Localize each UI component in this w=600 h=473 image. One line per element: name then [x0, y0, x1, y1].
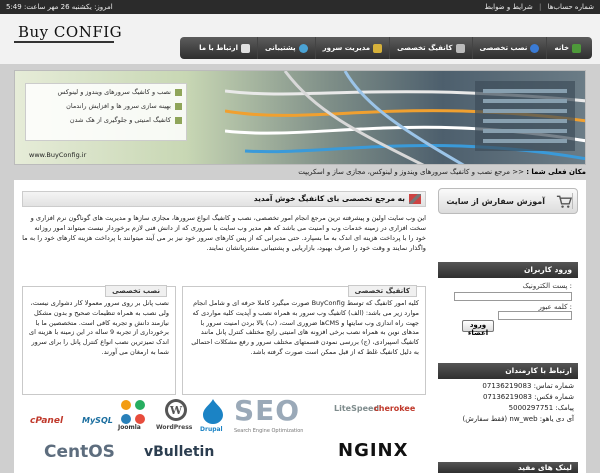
contact-fax: شماره فکس: 07136219083 [482, 393, 574, 401]
nav-home[interactable]: خانه [546, 37, 588, 59]
bullet-icon [175, 116, 182, 124]
litespeed-logo: LiteSpeed [334, 404, 380, 413]
tools-icon [455, 43, 465, 53]
cherokee-logo: cherokee [374, 404, 416, 413]
vbulletin-logo: vBulletin [144, 444, 215, 460]
banner-features: نصب و کانفیگ سرورهای ویندوز و لینوکس بهی… [25, 83, 187, 141]
config-card-title: کانفیگ تخصصی [347, 285, 417, 297]
banner-item-text: کانفیگ امنیتی و جلوگیری از هک شدن [69, 116, 171, 124]
network-cables-image [225, 71, 585, 164]
joomla-icon [121, 400, 145, 424]
banner-item: نصب و کانفیگ سرورهای ویندوز و لینوکس [30, 88, 182, 96]
banner-url: www.BuyConfig.ir [29, 151, 87, 159]
nav-install[interactable]: نصب تخصصی [471, 37, 547, 59]
breadcrumb-path[interactable]: << مرجع نصب و کانفیگ سرورهای ویندوز و لی… [298, 168, 524, 176]
order-tutorial-label: آموزش سفارش از سایت [446, 197, 545, 206]
config-card-text: کلیه امور کانفیگ که توسط BuyConfig صورت … [191, 299, 419, 356]
main-nav: خانه نصب تخصصی کانفیگ تخصصی مدیریت سرور … [180, 37, 592, 59]
welcome-title: به مرجع تخصصی بای کانفیگ خوش آمدید [253, 194, 405, 203]
nav-label: خانه [554, 44, 569, 52]
contact-list: شماره تماس: 07136219083 شماره فکس: 07136… [438, 382, 578, 426]
server-icon [373, 43, 383, 53]
banner: نصب و کانفیگ سرورهای ویندوز و لینوکس بهی… [14, 70, 586, 165]
password-field[interactable] [498, 311, 572, 320]
top-link-accounts[interactable]: شماره حساب‌ها [548, 3, 594, 11]
logo-text: Buy CONFIG [18, 23, 123, 41]
contact-sms: پیامک: 5000297751 [508, 404, 574, 412]
svg-text:W: W [169, 404, 183, 417]
drupal-logo: Drupal [200, 426, 223, 433]
nav-label: پشتیبانی [264, 44, 296, 52]
banner-item: کانفیگ امنیتی و جلوگیری از هک شدن [30, 116, 182, 124]
nav-server[interactable]: مدیریت سرور [314, 37, 389, 59]
login-button[interactable]: ورود اعضاء [462, 320, 494, 337]
cpanel-logo: cPanel [30, 416, 64, 426]
bullet-icon [175, 102, 182, 110]
order-tutorial-button[interactable]: آموزش سفارش از سایت [438, 188, 578, 214]
seo-subtitle: Search Engine Optimization [234, 428, 304, 434]
top-bar: امروز: یکشنبه 26 مهر ساعت: 5:49 شماره حس… [0, 0, 600, 14]
nav-label: کانفیگ تخصصی [397, 44, 453, 52]
email-label: : پست الکترونیک [522, 282, 573, 290]
useful-links-header: لینک های مفید [438, 462, 578, 473]
wordpress-icon: W [165, 399, 187, 421]
partner-logos: cPanel MySQL Joomla W WordPress Drupal S… [22, 394, 426, 473]
intro-text: این وب سایت اولین و پیشرفته ترین مرجع ان… [22, 214, 426, 252]
seo-logo: SEO [234, 394, 301, 427]
top-links: شماره حساب‌ها | شرایط و ضوابط [481, 3, 594, 11]
banner-item-text: نصب و کانفیگ سرورهای ویندوز و لینوکس [57, 88, 171, 96]
login-header: ورود کاربران [438, 262, 578, 278]
contact-yahoo: آی دی یاهو: nw_web (فقط سفارش) [462, 415, 574, 423]
install-card-text: نصب پانل بر روی سرور معمولا کار دشواری ن… [29, 299, 169, 356]
drupal-icon [203, 399, 223, 424]
nav-label: ارتباط با ما [199, 44, 238, 52]
password-label: : کلمه عبور [538, 303, 572, 311]
logo[interactable]: Buy CONFIG [14, 22, 122, 44]
welcome-header: به مرجع تخصصی بای کانفیگ خوش آمدید [22, 191, 426, 207]
divider: | [538, 3, 542, 11]
config-card: کانفیگ تخصصی کلیه امور کانفیگ که توسط Bu… [182, 285, 426, 395]
install-card: نصب تخصصی نصب پانل بر روی سرور معمولا کا… [22, 285, 176, 395]
date-time: امروز: یکشنبه 26 مهر ساعت: 5:49 [6, 3, 113, 11]
install-card-title: نصب تخصصی [105, 285, 167, 297]
top-link-terms[interactable]: شرایط و ضوابط [485, 3, 533, 11]
banner-item-text: بهینه سازی سرور ها و افزایش راندمان [66, 102, 171, 110]
mysql-logo: MySQL [82, 416, 113, 425]
nav-config[interactable]: کانفیگ تخصصی [389, 37, 471, 59]
breadcrumb: مکان فعلی شما : << مرجع نصب و کانفیگ سرو… [298, 168, 586, 176]
joomla-logo: Joomla [118, 424, 141, 431]
globe-icon [530, 43, 540, 53]
breadcrumb-label: مکان فعلی شما : [526, 168, 586, 176]
centos-logo: CentOS [44, 442, 115, 462]
contact-phone: شماره تماس: 07136219083 [482, 382, 574, 390]
support-icon [298, 43, 308, 53]
nav-label: مدیریت سرور [322, 44, 371, 52]
nav-contact[interactable]: ارتباط با ما [192, 37, 257, 59]
nginx-logo: NGINX [338, 440, 409, 461]
contact-icon [240, 43, 250, 53]
logo-underline [14, 41, 114, 43]
wordpress-logo: WordPress [156, 424, 193, 431]
login-form: : پست الکترونیک : کلمه عبور [438, 280, 578, 340]
bullet-icon [175, 88, 182, 96]
pen-icon [409, 194, 421, 204]
home-icon [572, 43, 581, 53]
email-field[interactable] [454, 292, 572, 301]
contact-header: ارتباط با کارمندان [438, 363, 578, 379]
banner-item: بهینه سازی سرور ها و افزایش راندمان [30, 102, 182, 110]
nav-label: نصب تخصصی [479, 44, 528, 52]
nav-support[interactable]: پشتیبانی [256, 37, 315, 59]
cart-icon [556, 193, 573, 209]
